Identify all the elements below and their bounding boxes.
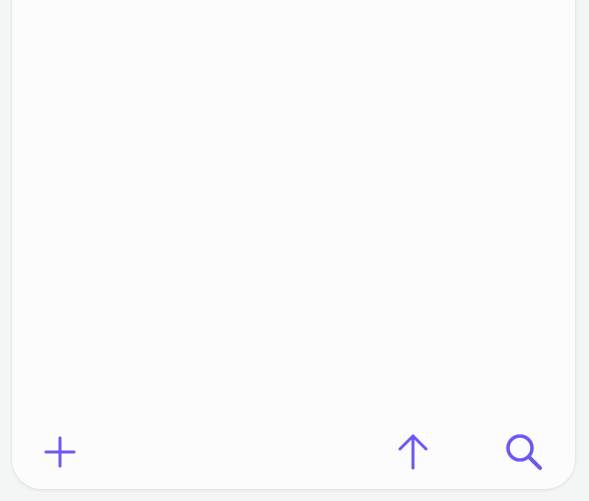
search-icon	[504, 432, 544, 472]
add-button[interactable]	[36, 428, 84, 476]
bottom-toolbar	[12, 420, 575, 484]
arrow-up-icon	[396, 433, 430, 471]
search-button[interactable]	[500, 428, 548, 476]
plus-icon	[43, 435, 77, 469]
content-card	[12, 0, 575, 489]
scroll-to-top-button[interactable]	[389, 428, 437, 476]
